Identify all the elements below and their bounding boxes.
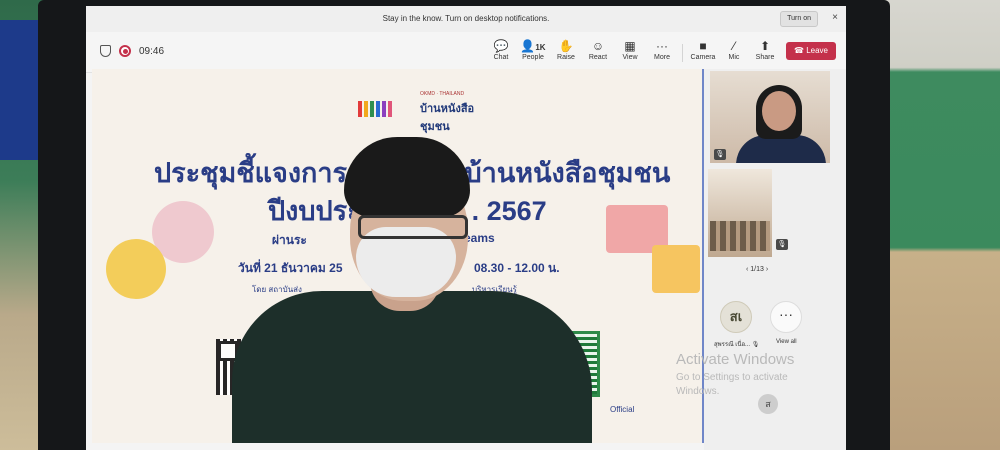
slide-official: Official [610, 405, 635, 414]
share-button[interactable]: ⬆ Share [748, 38, 782, 61]
raise-label: Raise [557, 54, 575, 61]
react-button[interactable]: ☺ React [581, 38, 615, 61]
shared-screen: OKMD · THAILAND บ้านหนังสือชุมชน ประชุมช… [92, 69, 704, 443]
illustration-man-icon [106, 239, 166, 299]
camera-label: Camera [690, 54, 716, 61]
mic-muted-icon: 🎙 [750, 342, 760, 348]
activate-windows-title: Activate Windows [676, 351, 795, 368]
recording-icon [119, 45, 131, 57]
elapsed-time: 09:46 [139, 45, 165, 57]
chat-label: Chat [493, 54, 509, 61]
react-label: React [588, 54, 608, 61]
participant-avatar[interactable]: สเ [720, 301, 752, 333]
more-icon: ··· [656, 39, 668, 53]
more-label: More [654, 54, 670, 61]
camera-button[interactable]: ■ Camera [686, 38, 720, 61]
leave-button[interactable]: ☎ Leave [786, 42, 836, 60]
illustration-child-icon [652, 245, 700, 293]
screen: Stay in the know. Turn on desktop notifi… [86, 6, 846, 450]
meeting-status: 09:46 [100, 45, 164, 57]
view-icon: ▦ [624, 39, 636, 53]
pager-text: 1/13 [750, 266, 764, 273]
people-count: 1K [535, 43, 546, 52]
chat-icon: 💬 [493, 39, 509, 53]
mic-icon: 🎙 [714, 149, 726, 160]
books-icon [358, 101, 392, 117]
more-button[interactable]: ··· More [645, 38, 679, 61]
view-label: View [622, 54, 638, 61]
activate-windows-subtitle: Go to Settings to activate Windows. [676, 372, 788, 397]
gallery-pager[interactable]: ‹ 1/13 › [746, 266, 768, 273]
view-all-button[interactable]: ··· [770, 301, 802, 333]
view-all-label: View all [776, 339, 797, 345]
phone-hangup-icon: ☎ [794, 46, 807, 55]
camera-off-icon: ■ [699, 39, 707, 53]
presenter-video [232, 121, 612, 443]
notification-bar: Stay in the know. Turn on desktop notifi… [86, 6, 846, 33]
raise-hand-icon: ✋ [558, 39, 574, 53]
turn-on-notifications-button[interactable]: Turn on [780, 11, 818, 27]
shield-icon [100, 45, 111, 57]
chevron-right-icon[interactable]: › [764, 266, 768, 273]
participant-room-tile[interactable] [708, 169, 772, 257]
participant-name: สุพรรณี เนื่อ... 🎙 [714, 342, 760, 348]
people-button[interactable]: 👤1K People [516, 38, 550, 61]
people-icon: 👤 [520, 39, 536, 53]
toolbar-divider [682, 44, 683, 62]
self-avatar[interactable]: ส [758, 394, 778, 414]
meeting-toolbar: 09:46 💬 Chat 👤1K People ✋ Raise ☺ React … [86, 32, 846, 73]
mic-icon: 🎙 [776, 239, 788, 250]
people-label: People [522, 54, 544, 61]
notification-message: Stay in the know. Turn on desktop notifi… [382, 14, 550, 23]
logo-subtitle: OKMD · THAILAND [420, 91, 465, 97]
close-icon[interactable]: × [832, 12, 838, 23]
mic-button[interactable]: ⁄ Mic [717, 38, 751, 61]
react-icon: ☺ [591, 39, 605, 53]
participant-video-tile[interactable]: 🎙 [710, 71, 830, 163]
raise-hand-button[interactable]: ✋ Raise [549, 38, 583, 61]
leave-label: Leave [806, 46, 828, 55]
slide-logo: OKMD · THAILAND บ้านหนังสือชุมชน [348, 87, 478, 133]
mic-off-icon: ⁄ [732, 39, 735, 53]
chat-button[interactable]: 💬 Chat [484, 38, 518, 61]
share-label: Share [755, 54, 775, 61]
mic-label: Mic [728, 54, 740, 61]
share-icon: ⬆ [759, 39, 771, 53]
view-button[interactable]: ▦ View [613, 38, 647, 61]
